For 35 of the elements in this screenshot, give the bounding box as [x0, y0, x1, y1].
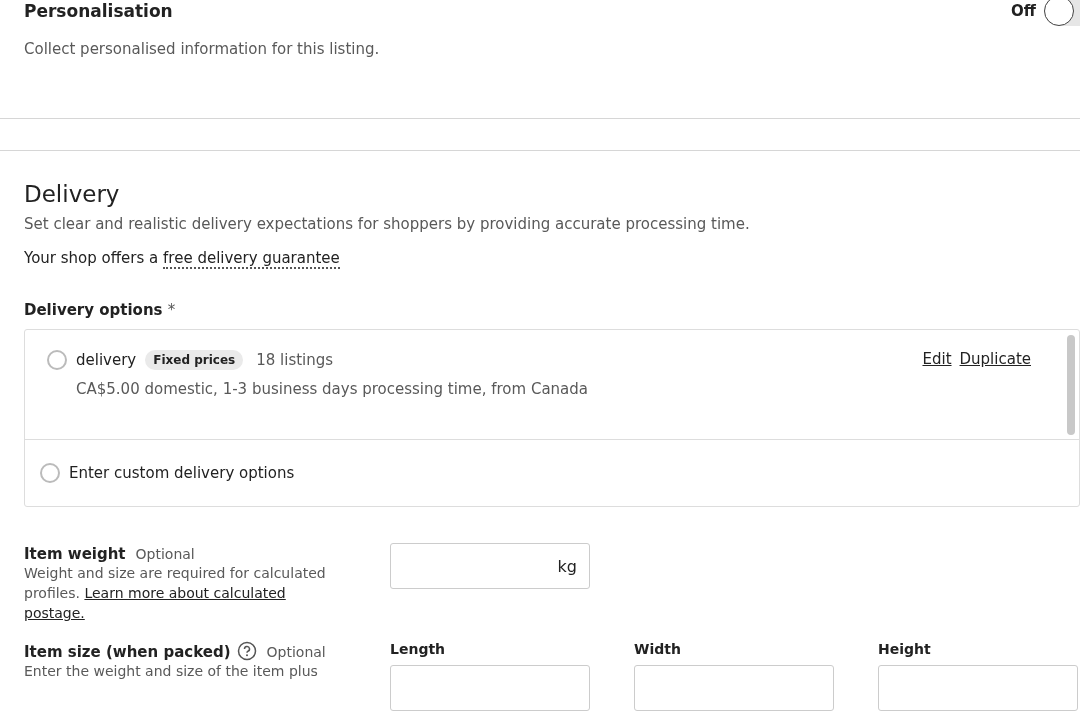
toggle-label: Off: [1011, 2, 1036, 20]
listing-count: 18 listings: [256, 351, 334, 369]
dimension-label: Width: [634, 641, 682, 657]
section-title: Personalisation: [24, 1, 173, 21]
field-title: Item weight: [24, 545, 126, 563]
guarantee-link[interactable]: free delivery guarantee: [163, 249, 340, 269]
guarantee-text: Your shop offers a: [24, 249, 160, 267]
dimension-label: Length: [390, 641, 447, 657]
optional-label: Optional: [135, 546, 195, 562]
field-title: Item size (when packed): [24, 643, 231, 661]
dimension-input[interactable]: [634, 665, 834, 711]
section-description: Collect personalised information for this listing.: [24, 40, 381, 58]
help-link[interactable]: postage.: [24, 605, 85, 621]
dimension-input[interactable]: [878, 665, 1078, 711]
profile-action-link[interactable]: Edit: [922, 350, 952, 439]
profile-action-link[interactable]: Duplicate: [959, 350, 1031, 439]
help-icon[interactable]: [236, 641, 257, 661]
unit-label: kg: [557, 556, 577, 576]
help-link[interactable]: Learn more about calculated: [84, 585, 286, 601]
section-description: Set clear and realistic delivery expectations for shoppers by providing accurate processing time.: [24, 215, 751, 233]
optional-label: Optional: [266, 644, 326, 660]
option-label: Enter custom delivery options: [69, 464, 295, 482]
radio-button[interactable]: [47, 350, 67, 370]
weight-input[interactable]: kg: [390, 543, 590, 589]
profile-summary: CA$5.00 domestic, 1-3 business days processing time, from Canada: [76, 380, 588, 398]
dimension-input[interactable]: [390, 665, 590, 711]
profile-name: delivery: [76, 351, 137, 369]
field-label: Delivery options *: [24, 301, 177, 319]
help-text: Enter the weight and size of the item plus: [24, 662, 319, 681]
scrollbar[interactable]: [1067, 335, 1075, 435]
help-text: Weight and size are required for calculated profiles. Learn more about calculated postage.: [24, 564, 327, 623]
section-title: Delivery: [24, 181, 121, 207]
radio-button[interactable]: [40, 463, 60, 483]
profile-badge: Fixed prices: [145, 350, 244, 370]
dimension-label: Height: [878, 641, 932, 657]
